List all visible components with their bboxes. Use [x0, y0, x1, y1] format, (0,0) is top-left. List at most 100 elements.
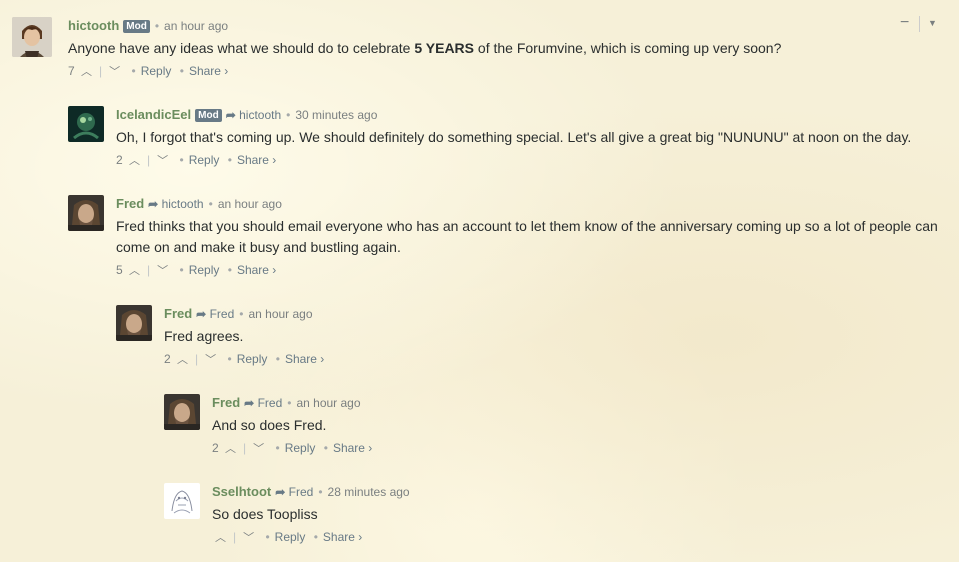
timestamp[interactable]: an hour ago: [164, 19, 228, 33]
comment-text: Anyone have any ideas what we should do …: [68, 38, 948, 59]
reply-arrow-icon: ➦: [275, 485, 286, 499]
comment-text: Fred thinks that you should email everyo…: [116, 218, 938, 255]
separator-dot: •: [287, 396, 292, 410]
avatar[interactable]: [116, 305, 152, 341]
vote-count: 2: [116, 153, 123, 167]
minimize-icon[interactable]: −: [900, 14, 909, 32]
divider: [919, 16, 920, 32]
reply-arrow-icon: ➦: [196, 307, 207, 321]
chevron-down-icon[interactable]: ﹀: [157, 262, 168, 280]
timestamp[interactable]: 28 minutes ago: [328, 485, 410, 499]
reply-button[interactable]: Reply: [141, 64, 172, 78]
comment-footer: 7 ︿ | ﹀ • Reply • Share ›: [68, 62, 948, 80]
reply-to-name: Fred: [209, 307, 235, 321]
share-button[interactable]: Share ›: [333, 441, 372, 455]
comment-footer: 2 ︿ | ﹀ • Reply • Share ›: [164, 350, 914, 368]
timestamp[interactable]: 30 minutes ago: [295, 108, 377, 122]
author-name[interactable]: IcelandicEel: [116, 107, 191, 122]
separator-dot: •: [318, 485, 323, 499]
avatar[interactable]: [12, 17, 52, 57]
author-name[interactable]: Fred: [164, 306, 192, 321]
divider: |: [147, 153, 151, 167]
reply-button[interactable]: Reply: [189, 153, 220, 167]
reply-button[interactable]: Reply: [189, 263, 220, 277]
author-name[interactable]: Sselhtoot: [212, 484, 271, 499]
mod-badge: Mod: [195, 109, 222, 122]
share-button[interactable]: Share ›: [237, 153, 276, 167]
comment-header: Fred ➦ Fred • an hour ago: [164, 305, 914, 323]
avatar[interactable]: [164, 483, 200, 519]
separator-dot: •: [227, 263, 232, 277]
comment-text-part: Anyone have any ideas what we should do …: [68, 40, 415, 56]
divider: |: [243, 441, 247, 455]
chevron-down-icon[interactable]: ﹀: [205, 351, 216, 369]
chevron-up-icon[interactable]: ︿: [177, 351, 188, 369]
chevron-up-icon[interactable]: ︿: [129, 152, 140, 170]
reply-to-link[interactable]: ➦ hictooth: [226, 108, 281, 122]
divider: |: [195, 352, 199, 366]
comment-footer: 2 ︿ | ﹀ • Reply • Share ›: [116, 151, 946, 169]
avatar[interactable]: [68, 195, 104, 231]
reply-button[interactable]: Reply: [285, 441, 316, 455]
separator-dot: •: [179, 263, 184, 277]
comment-text: So does Toopliss: [212, 506, 318, 522]
chevron-up-icon[interactable]: ︿: [81, 63, 92, 81]
share-button[interactable]: Share ›: [189, 64, 228, 78]
comment-text-part: of the Forumvine, which is coming up ver…: [474, 40, 782, 56]
avatar-icelandiceel-icon: [68, 106, 104, 142]
divider: |: [147, 263, 151, 277]
reply-arrow-icon: ➦: [244, 396, 255, 410]
author-name[interactable]: Fred: [116, 196, 144, 211]
avatar-fred-icon: [164, 394, 200, 430]
chevron-up-icon[interactable]: ︿: [215, 529, 226, 547]
reply-to-name: hictooth: [161, 197, 204, 211]
chevron-down-icon[interactable]: ﹀: [109, 63, 120, 81]
comment-header: IcelandicEel Mod ➦ hictooth • 30 minutes ago: [116, 106, 946, 124]
comment-header: Sselhtoot ➦ Fred • 28 minutes ago: [212, 483, 922, 501]
reply-to-name: hictooth: [239, 108, 282, 122]
timestamp[interactable]: an hour ago: [218, 197, 282, 211]
comment-text: And so does Fred.: [212, 417, 327, 433]
avatar-fred-icon: [68, 195, 104, 231]
divider: |: [233, 530, 237, 544]
author-name[interactable]: Fred: [212, 395, 240, 410]
avatar-fred-icon: [116, 305, 152, 341]
reply-to-link[interactable]: ➦ Fred: [244, 396, 282, 410]
timestamp[interactable]: an hour ago: [248, 307, 312, 321]
separator-dot: •: [208, 197, 213, 211]
comment-text: Oh, I forgot that's coming up. We should…: [116, 129, 912, 145]
avatar[interactable]: [68, 106, 104, 142]
divider: |: [99, 64, 103, 78]
mod-badge: Mod: [123, 20, 150, 33]
avatar[interactable]: [164, 394, 200, 430]
share-button[interactable]: Share ›: [285, 352, 324, 366]
chevron-down-icon[interactable]: ﹀: [243, 529, 254, 547]
comment-footer: ︿ | ﹀ • Reply • Share ›: [212, 528, 922, 546]
reply-arrow-icon: ➦: [225, 108, 236, 122]
reply-button[interactable]: Reply: [275, 530, 306, 544]
share-button[interactable]: Share ›: [323, 530, 362, 544]
author-name[interactable]: hictooth: [68, 18, 119, 33]
vote-count: 5: [116, 263, 123, 277]
chevron-down-icon[interactable]: ﹀: [253, 440, 264, 458]
reply-to-link[interactable]: ➦ hictooth: [148, 197, 203, 211]
reply-button[interactable]: Reply: [237, 352, 268, 366]
reply-to-link[interactable]: ➦ Fred: [196, 307, 234, 321]
chevron-up-icon[interactable]: ︿: [225, 440, 236, 458]
share-button[interactable]: Share ›: [237, 263, 276, 277]
reply-to-link[interactable]: ➦ Fred: [275, 485, 313, 499]
separator-dot: •: [179, 64, 184, 78]
chevron-down-icon[interactable]: ﹀: [157, 152, 168, 170]
comment-text: Fred agrees.: [164, 328, 244, 344]
separator-dot: •: [313, 530, 318, 544]
separator-dot: •: [227, 352, 232, 366]
vote-count: 2: [164, 352, 171, 366]
caret-down-icon[interactable]: ▼: [928, 18, 937, 28]
chevron-up-icon[interactable]: ︿: [129, 262, 140, 280]
separator-dot: •: [265, 530, 270, 544]
timestamp[interactable]: an hour ago: [296, 396, 360, 410]
comment-header: hictooth Mod • an hour ago: [68, 17, 948, 35]
separator-dot: •: [286, 108, 291, 122]
comment-header: Fred ➦ Fred • an hour ago: [212, 394, 922, 412]
separator-dot: •: [131, 64, 136, 78]
